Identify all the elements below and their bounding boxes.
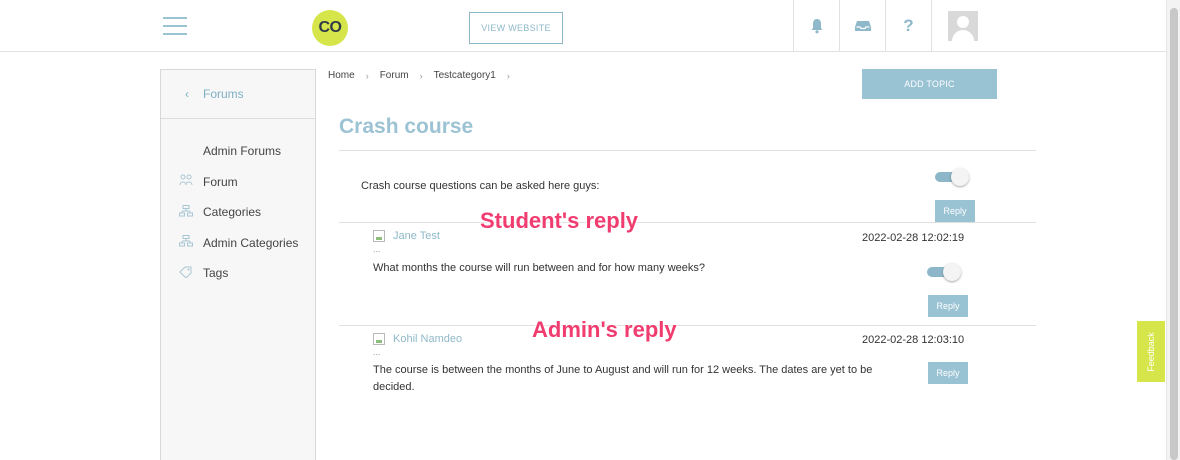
sidebar-item-tags[interactable]: Tags [161, 258, 315, 289]
chevron-right-icon: › [506, 70, 510, 81]
view-website-button[interactable]: VIEW WEBSITE [469, 12, 563, 44]
reply-button[interactable]: Reply [928, 362, 968, 384]
inbox-icon [854, 21, 871, 31]
author-name: Kohil Namdeo [393, 333, 463, 345]
chevron-right-icon: › [365, 70, 369, 81]
sidebar-item-label: Admin Categories [203, 235, 299, 250]
topic-toggle[interactable] [935, 168, 971, 186]
feedback-tab[interactable]: Feedback [1137, 321, 1165, 382]
feedback-label: Feedback [1146, 331, 1156, 372]
divider [339, 150, 1036, 151]
sidebar-item-admin-categories[interactable]: Admin Categories [161, 228, 315, 259]
sidebar-item-label: Forum [203, 174, 238, 189]
breadcrumb: Home › Forum › Testcategory1 › [328, 70, 521, 81]
breadcrumb-home[interactable]: Home [328, 70, 355, 81]
sidebar-item-forum[interactable]: Forum [161, 167, 315, 198]
add-topic-button[interactable]: ADD TOPIC [862, 69, 997, 99]
reply-timestamp: 2022-02-28 12:02:19 [862, 232, 965, 244]
sidebar-item-admin-forums[interactable]: Admin Forums [161, 136, 315, 167]
sidebar-menu: Admin Forums Forum Categories Admin Cate… [161, 119, 315, 289]
page-scrollbar[interactable] [1166, 0, 1180, 460]
inbox-button[interactable] [839, 0, 885, 52]
admin-categories-icon [179, 235, 203, 250]
breadcrumb-category[interactable]: Testcategory1 [434, 70, 496, 81]
reply-author-link[interactable]: Jane Test [373, 230, 440, 242]
header-actions: ? [793, 0, 993, 52]
reply-button[interactable]: Reply [928, 295, 968, 317]
author-avatar-image [373, 230, 385, 242]
help-button[interactable]: ? [885, 0, 931, 52]
reply-text: What months the course will run between … [373, 262, 705, 274]
chevron-right-icon: › [419, 70, 423, 81]
sidebar-item-categories[interactable]: Categories [161, 197, 315, 228]
notifications-button[interactable] [793, 0, 839, 52]
hamburger-menu-icon[interactable] [163, 17, 187, 35]
reply-author-link[interactable]: Kohil Namdeo [373, 333, 462, 345]
sidebar-item-label: Tags [203, 266, 229, 281]
reply-timestamp: 2022-02-28 12:03:10 [862, 334, 965, 346]
breadcrumb-forum[interactable]: Forum [380, 70, 409, 81]
bell-icon [811, 19, 822, 34]
user-avatar-icon [947, 11, 978, 41]
scrollbar-thumb[interactable] [1170, 8, 1178, 460]
forum-icon [179, 174, 203, 189]
chevron-left-icon: ‹ [185, 87, 189, 101]
forum-sidebar: ‹ Forums Admin Forums Forum Categories A… [160, 69, 316, 460]
topic-reply-button[interactable]: Reply [935, 200, 975, 222]
author-avatar-image [373, 333, 385, 345]
categories-icon [179, 204, 203, 220]
page-title: Crash course [339, 115, 474, 138]
help-icon: ? [903, 16, 914, 35]
back-to-forums-link[interactable]: ‹ Forums [161, 70, 315, 119]
topic-text: Crash course questions can be asked here… [361, 180, 600, 192]
author-dots: ... [373, 347, 381, 357]
logo[interactable]: CO [312, 10, 348, 46]
divider [339, 222, 1036, 223]
top-navigation-bar: CO VIEW WEBSITE ? [0, 0, 1166, 52]
sidebar-item-label: Categories [203, 205, 262, 220]
sidebar-item-label: Admin Forums [203, 144, 282, 159]
student-reply-annotation: Student's reply [480, 208, 639, 233]
author-name: Jane Test [393, 230, 440, 242]
divider [339, 325, 1036, 326]
reply-text: The course is between the months of June… [373, 364, 873, 393]
tag-icon [179, 266, 203, 281]
author-dots: ... [373, 244, 381, 254]
admin-reply-annotation: Admin's reply [532, 317, 677, 342]
reply-toggle[interactable] [927, 263, 963, 281]
user-menu[interactable] [931, 0, 993, 52]
back-label: Forums [203, 87, 244, 101]
